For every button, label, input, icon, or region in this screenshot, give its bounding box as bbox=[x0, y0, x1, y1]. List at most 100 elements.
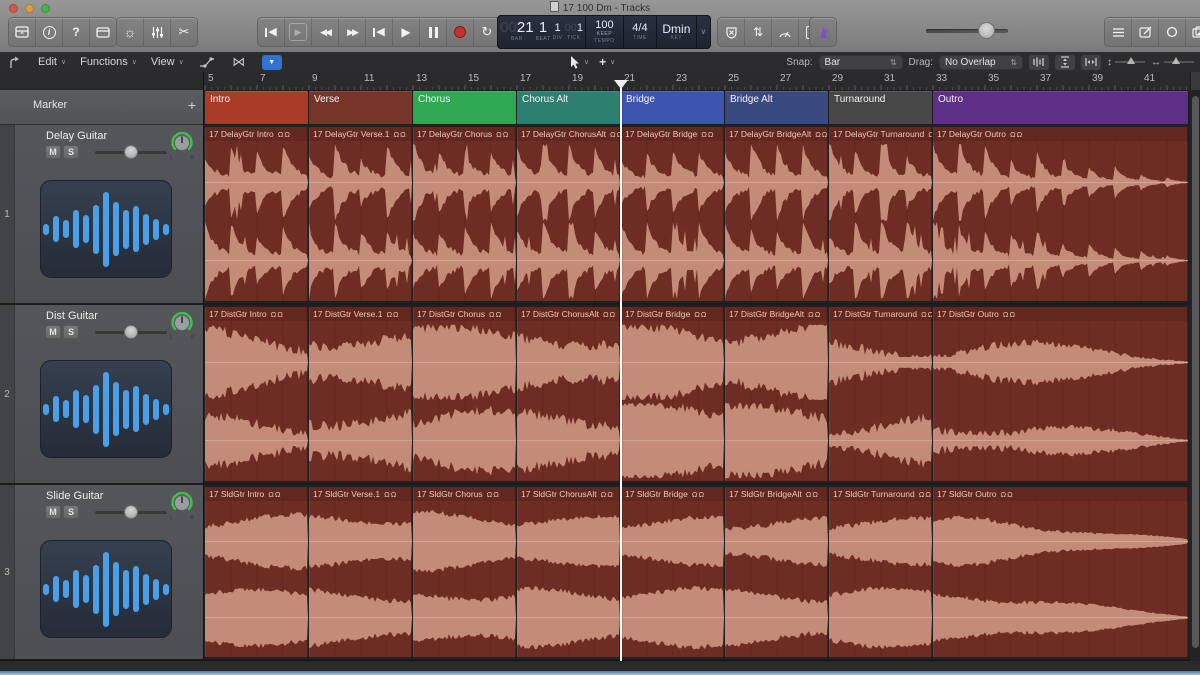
region-17-distgtr-bridgealt[interactable]: 17 DistGtr BridgeAltΩΩ bbox=[725, 307, 828, 481]
region-17-delaygtr-bridgealt[interactable]: 17 DelayGtr BridgeAltΩΩ bbox=[725, 127, 828, 301]
vertical-zoom-slider[interactable]: ↕ bbox=[1107, 57, 1145, 68]
track-waveform-icon[interactable] bbox=[40, 180, 172, 278]
forward-button[interactable]: ▶▶ bbox=[339, 18, 366, 46]
track-volume-thumb[interactable] bbox=[124, 325, 138, 339]
catch-playhead-button[interactable]: ▼ bbox=[262, 55, 282, 70]
marker-chorus-alt[interactable]: Chorus Alt bbox=[517, 91, 620, 124]
marker-chorus[interactable]: Chorus bbox=[413, 91, 516, 124]
bar-ruler[interactable]: 57911131517192123252729313335373941 bbox=[0, 72, 1190, 91]
lcd-chevron-icon[interactable]: ∨ bbox=[697, 16, 710, 48]
track-name[interactable]: Slide Guitar bbox=[46, 490, 103, 502]
playhead[interactable] bbox=[620, 88, 622, 661]
functions-menu[interactable]: Functions∨ bbox=[80, 56, 137, 68]
region-17-sldgtr-chorusalt[interactable]: 17 SldGtr ChorusAltΩΩ bbox=[517, 487, 620, 657]
automation-icon[interactable] bbox=[198, 56, 216, 68]
drag-arrow-icon[interactable] bbox=[6, 56, 24, 69]
region-17-distgtr-verse.1[interactable]: 17 DistGtr Verse.1ΩΩ bbox=[309, 307, 412, 481]
track-waveform-icon[interactable] bbox=[40, 540, 172, 638]
region-17-delaygtr-turnaround[interactable]: 17 DelayGtr TurnaroundΩΩ bbox=[829, 127, 932, 301]
marker-outro[interactable]: Outro bbox=[933, 91, 1188, 124]
low-latency-button[interactable] bbox=[772, 18, 799, 46]
record-button[interactable] bbox=[447, 18, 474, 46]
inspector-button[interactable]: i bbox=[36, 18, 63, 46]
autopunch-button[interactable]: ⇅ bbox=[745, 18, 772, 46]
region-17-sldgtr-intro[interactable]: 17 SldGtr IntroΩΩ bbox=[205, 487, 308, 657]
region-17-delaygtr-outro[interactable]: 17 DelayGtr OutroΩΩ bbox=[933, 127, 1188, 301]
region-17-distgtr-chorusalt[interactable]: 17 DistGtr ChorusAltΩΩ bbox=[517, 307, 620, 481]
solo-button[interactable]: S bbox=[63, 325, 79, 339]
apple-loops-button[interactable] bbox=[1159, 18, 1186, 46]
hzoom-thumb[interactable] bbox=[1172, 57, 1180, 64]
track-volume-slider[interactable] bbox=[95, 331, 167, 334]
go-to-beginning-button[interactable]: ◀ bbox=[258, 18, 285, 46]
play-from-selection-button[interactable]: ▶ bbox=[285, 18, 312, 46]
horizontal-auto-zoom-button[interactable] bbox=[1081, 55, 1101, 70]
list-editors-button[interactable] bbox=[1105, 18, 1132, 46]
edit-menu[interactable]: Edit∨ bbox=[38, 56, 66, 68]
region-17-distgtr-outro[interactable]: 17 DistGtr OutroΩΩ bbox=[933, 307, 1188, 481]
master-volume-slider[interactable] bbox=[926, 29, 1008, 33]
marker-bridge[interactable]: Bridge bbox=[621, 91, 724, 124]
toolbar-toggle-button[interactable] bbox=[90, 18, 116, 46]
region-17-sldgtr-bridge[interactable]: 17 SldGtr BridgeΩΩ bbox=[621, 487, 724, 657]
solo-button[interactable]: S bbox=[63, 145, 79, 159]
solo-button[interactable]: S bbox=[63, 505, 79, 519]
region-17-delaygtr-chorusalt[interactable]: 17 DelayGtr ChorusAltΩΩ bbox=[517, 127, 620, 301]
stop-button[interactable]: ◀ bbox=[366, 18, 393, 46]
browsers-button[interactable] bbox=[1186, 18, 1200, 46]
region-17-distgtr-chorus[interactable]: 17 DistGtr ChorusΩΩ bbox=[413, 307, 516, 481]
track-header-delay-guitar[interactable]: 1Delay GuitarMSLR bbox=[0, 125, 203, 305]
quick-help-button[interactable]: ? bbox=[63, 18, 90, 46]
mute-button[interactable]: M bbox=[45, 145, 61, 159]
metronome-button[interactable] bbox=[810, 18, 836, 46]
pause-button[interactable] bbox=[420, 18, 447, 46]
horizontal-scroll-area[interactable] bbox=[0, 660, 1200, 671]
marker-bridge-alt[interactable]: Bridge Alt bbox=[725, 91, 828, 124]
region-17-sldgtr-outro[interactable]: 17 SldGtr OutroΩΩ bbox=[933, 487, 1188, 657]
left-click-tool-menu[interactable]: ∨ bbox=[570, 56, 589, 69]
region-17-delaygtr-verse.1[interactable]: 17 DelayGtr Verse.1ΩΩ bbox=[309, 127, 412, 301]
pan-knob[interactable]: LR bbox=[170, 491, 194, 515]
track-name[interactable]: Dist Guitar bbox=[46, 310, 98, 322]
region-17-sldgtr-bridgealt[interactable]: 17 SldGtr BridgeAltΩΩ bbox=[725, 487, 828, 657]
track-header-dist-guitar[interactable]: 2Dist GuitarMSLR bbox=[0, 305, 203, 485]
pan-knob[interactable]: LR bbox=[170, 311, 194, 335]
track-name[interactable]: Delay Guitar bbox=[46, 130, 107, 142]
mute-button[interactable]: M bbox=[45, 325, 61, 339]
region-17-distgtr-turnaround[interactable]: 17 DistGtr TurnaroundΩΩ bbox=[829, 307, 932, 481]
region-17-delaygtr-chorus[interactable]: 17 DelayGtr ChorusΩΩ bbox=[413, 127, 516, 301]
track-volume-slider[interactable] bbox=[95, 511, 167, 514]
vzoom-thumb[interactable] bbox=[1127, 57, 1135, 64]
pan-knob[interactable]: LR bbox=[170, 131, 194, 155]
track-waveform-icon[interactable] bbox=[40, 360, 172, 458]
region-17-distgtr-bridge[interactable]: 17 DistGtr BridgeΩΩ bbox=[621, 307, 724, 481]
region-17-delaygtr-bridge[interactable]: 17 DelayGtr BridgeΩΩ bbox=[621, 127, 724, 301]
command-click-tool-menu[interactable]: +∨ bbox=[599, 55, 615, 69]
region-17-distgtr-intro[interactable]: 17 DistGtr IntroΩΩ bbox=[205, 307, 308, 481]
smart-controls-button[interactable]: ☼ bbox=[117, 18, 144, 46]
track-volume-slider[interactable] bbox=[95, 151, 167, 154]
lcd-display[interactable]: 0021BAR 1BEAT 1DIV 001TICK 100KEEPTEMPO … bbox=[497, 15, 711, 49]
horizontal-zoom-slider[interactable]: ↔ bbox=[1151, 57, 1194, 68]
flex-icon[interactable]: ⋈ bbox=[230, 54, 248, 70]
library-button[interactable] bbox=[9, 18, 36, 46]
vertical-auto-zoom-button[interactable] bbox=[1055, 55, 1075, 70]
track-header-slide-guitar[interactable]: 3Slide GuitarMSLR bbox=[0, 485, 203, 661]
marker-intro[interactable]: Intro bbox=[205, 91, 308, 124]
replace-button[interactable] bbox=[718, 18, 745, 46]
add-marker-button[interactable]: + bbox=[188, 97, 196, 113]
master-volume-thumb[interactable] bbox=[978, 22, 995, 39]
playhead-handle[interactable] bbox=[614, 80, 628, 96]
note-pads-button[interactable] bbox=[1132, 18, 1159, 46]
region-17-delaygtr-intro[interactable]: 17 DelayGtr IntroΩΩ bbox=[205, 127, 308, 301]
region-17-sldgtr-turnaround[interactable]: 17 SldGtr TurnaroundΩΩ bbox=[829, 487, 932, 657]
play-button[interactable]: ▶ bbox=[393, 18, 420, 46]
mixer-button[interactable] bbox=[144, 18, 171, 46]
marker-verse[interactable]: Verse bbox=[309, 91, 412, 124]
view-menu[interactable]: View∨ bbox=[151, 56, 184, 68]
marker-turnaround[interactable]: Turnaround bbox=[829, 91, 932, 124]
track-volume-thumb[interactable] bbox=[124, 505, 138, 519]
region-17-sldgtr-chorus[interactable]: 17 SldGtr ChorusΩΩ bbox=[413, 487, 516, 657]
track-volume-thumb[interactable] bbox=[124, 145, 138, 159]
editors-button[interactable]: ✂ bbox=[171, 18, 197, 46]
